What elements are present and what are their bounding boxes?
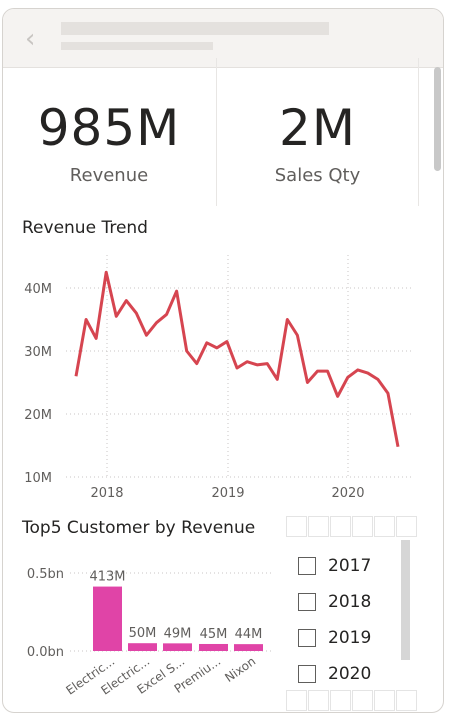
revenue-series-line bbox=[74, 270, 400, 448]
slicer-checkbox[interactable] bbox=[298, 665, 316, 683]
slicer-checkbox[interactable] bbox=[298, 629, 316, 647]
x-tick-label: 2019 bbox=[211, 486, 244, 501]
y-tick-label: 40M bbox=[24, 282, 52, 297]
x-tick-label: 2018 bbox=[90, 486, 123, 501]
kpi-card-revenue: 985M Revenue bbox=[2, 58, 216, 206]
slicer-scrollbar[interactable] bbox=[401, 540, 410, 660]
y-tick-label: 30M bbox=[24, 345, 52, 360]
slicer-header-cells bbox=[286, 516, 418, 537]
bar-value-label: 45M bbox=[200, 627, 228, 642]
slicer-checkbox[interactable] bbox=[298, 593, 316, 611]
y-tick-label: 0.0bn bbox=[27, 645, 64, 660]
slicer-item-2020[interactable]: 2020 bbox=[298, 662, 371, 686]
kpi-divider bbox=[418, 58, 419, 206]
kpi-label: Revenue bbox=[69, 165, 149, 186]
kpi-card-sales-qty: 2M Sales Qty bbox=[217, 58, 418, 206]
slicer-footer-cells bbox=[286, 690, 418, 711]
bar-value-label: 49M bbox=[164, 626, 192, 641]
slicer-item-label: 2018 bbox=[328, 592, 372, 612]
y-tick-label: 0.5bn bbox=[27, 567, 64, 582]
revenue-trend-title: Revenue Trend bbox=[22, 218, 148, 238]
bar-value-label: 44M bbox=[235, 627, 263, 642]
slicer-item-2018[interactable]: 2018 bbox=[298, 590, 371, 614]
bar bbox=[234, 644, 263, 651]
revenue-trend-chart: 40M 30M 20M 10M 2018 2019 2020 bbox=[24, 255, 412, 501]
chevron-left-icon[interactable]: ‹ bbox=[25, 26, 35, 52]
slicer-item-2017[interactable]: 2017 bbox=[298, 554, 371, 578]
y-tick-label: 20M bbox=[24, 408, 52, 423]
report-title-placeholder bbox=[61, 22, 329, 35]
slicer-checkbox[interactable] bbox=[298, 557, 316, 575]
bar bbox=[199, 643, 228, 651]
slicer-item-label: 2020 bbox=[328, 664, 372, 684]
kpi-value: 2M bbox=[279, 99, 356, 157]
bar-value-label: 50M bbox=[129, 626, 157, 641]
category-label: Nixon bbox=[222, 654, 258, 685]
slicer-item-label: 2017 bbox=[328, 556, 372, 576]
bar bbox=[128, 643, 157, 651]
top5-customer-chart: 0.5bn0.0bn413MElectric...50MElectric...4… bbox=[27, 567, 272, 698]
kpi-label: Sales Qty bbox=[274, 165, 361, 186]
y-tick-label: 10M bbox=[24, 471, 52, 486]
top5-customer-title: Top5 Customer by Revenue bbox=[22, 518, 256, 538]
report-subtitle-placeholder bbox=[61, 42, 213, 50]
bar-value-label: 413M bbox=[89, 570, 125, 585]
kpi-value: 985M bbox=[37, 99, 181, 157]
bar bbox=[163, 643, 192, 651]
slicer-item-2019[interactable]: 2019 bbox=[298, 626, 371, 650]
x-tick-label: 2020 bbox=[331, 486, 364, 501]
page-scrollbar[interactable] bbox=[434, 67, 441, 171]
bar bbox=[93, 586, 122, 651]
slicer-item-label: 2019 bbox=[328, 628, 372, 648]
